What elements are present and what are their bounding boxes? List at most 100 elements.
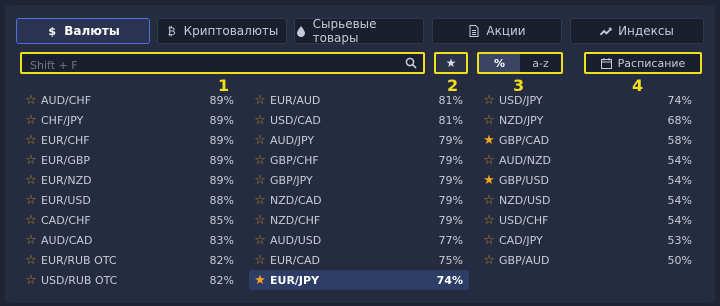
tab-stocks[interactable]: Акции [432,18,562,44]
star-outline-icon[interactable]: ☆ [483,94,495,107]
star-outline-icon[interactable]: ☆ [254,174,266,187]
asset-row[interactable]: ☆ EUR/AUD 81% [249,90,469,110]
sort-by-percent-button[interactable]: % [479,54,520,72]
asset-row[interactable]: ☆ USD/JPY 74% [478,90,698,110]
favorites-filter-button[interactable]: ★ [434,52,468,74]
asset-name: NZD/USD [499,193,551,207]
asset-row-left: ☆ AUD/USD [254,234,321,247]
asset-name: CAD/CHF [41,213,91,227]
asset-row[interactable]: ☆ GBP/JPY 79% [249,170,469,190]
tab-indices[interactable]: Индексы [570,18,704,44]
star-filled-icon[interactable]: ★ [254,274,266,287]
asset-column: ☆ AUD/CHF 89% ☆ CHF/JPY 89% ☆ EUR/CHF 89% ☆ EUR/GB… [20,90,240,290]
star-outline-icon[interactable]: ☆ [25,154,37,167]
payout-percent: 81% [438,93,463,107]
tab-currencies[interactable]: $ Валюты [16,18,150,44]
asset-row[interactable]: ☆ CAD/JPY 53% [478,230,698,250]
asset-row[interactable]: ☆ AUD/CHF 89% [20,90,240,110]
star-outline-icon[interactable]: ☆ [25,174,37,187]
asset-row[interactable]: ☆ NZD/CHF 79% [249,210,469,230]
star-outline-icon[interactable]: ☆ [483,114,495,127]
asset-row[interactable]: ☆ EUR/USD 88% [20,190,240,210]
asset-name: AUD/USD [270,233,322,247]
payout-percent: 79% [438,193,463,207]
star-outline-icon[interactable]: ☆ [483,234,495,247]
asset-row[interactable]: ☆ CHF/JPY 89% [20,110,240,130]
asset-name: EUR/AUD [270,93,321,107]
tab-label: Криптовалюты [183,24,279,38]
asset-row[interactable]: ★ GBP/USD 54% [478,170,698,190]
asset-name: EUR/JPY [270,273,320,287]
star-outline-icon[interactable]: ☆ [254,194,266,207]
asset-name: EUR/RUB OTC [41,253,117,267]
search-input[interactable] [22,56,423,75]
asset-row[interactable]: ☆ AUD/USD 77% [249,230,469,250]
asset-row-left: ☆ AUD/CHF [25,94,91,107]
asset-name: NZD/JPY [499,113,544,127]
asset-row[interactable]: ☆ NZD/CAD 79% [249,190,469,210]
search-icon[interactable] [405,57,417,69]
asset-row[interactable]: ☆ EUR/NZD 89% [20,170,240,190]
star-outline-icon[interactable]: ☆ [25,254,37,267]
payout-percent: 89% [209,93,234,107]
asset-row[interactable]: ☆ NZD/USD 54% [478,190,698,210]
asset-row[interactable]: ☆ USD/CAD 81% [249,110,469,130]
sort-alphabetical-button[interactable]: a-z [520,54,561,72]
star-outline-icon[interactable]: ☆ [254,94,266,107]
star-outline-icon[interactable]: ☆ [254,234,266,247]
asset-row[interactable]: ☆ USD/CHF 54% [478,210,698,230]
payout-percent: 74% [667,93,692,107]
asset-row-left: ☆ EUR/RUB OTC [25,253,117,267]
star-outline-icon[interactable]: ☆ [25,194,37,207]
asset-name: EUR/NZD [41,173,92,187]
star-outline-icon[interactable]: ☆ [483,254,495,267]
star-outline-icon[interactable]: ☆ [254,114,266,127]
asset-name: NZD/CAD [270,193,322,207]
star-outline-icon[interactable]: ☆ [254,154,266,167]
asset-name: AUD/CHF [41,93,92,107]
calendar-icon [600,57,612,69]
star-outline-icon[interactable]: ☆ [25,94,37,107]
asset-row[interactable]: ☆ EUR/CHF 89% [20,130,240,150]
asset-row[interactable]: ☆ USD/RUB OTC 82% [20,270,240,290]
star-filled-icon[interactable]: ★ [483,174,495,187]
tab-commodities[interactable]: Сырьевые товары [294,17,424,45]
star-outline-icon[interactable]: ☆ [25,114,37,127]
payout-percent: 89% [209,153,234,167]
asset-row-left: ☆ EUR/CAD [254,254,320,267]
asset-row[interactable]: ☆ CAD/CHF 85% [20,210,240,230]
trend-up-icon [600,27,612,36]
star-filled-icon[interactable]: ★ [483,134,495,147]
asset-row[interactable]: ☆ AUD/JPY 79% [249,130,469,150]
asset-row[interactable]: ☆ AUD/NZD 54% [478,150,698,170]
payout-percent: 83% [209,233,234,247]
asset-row[interactable]: ☆ EUR/CAD 75% [249,250,469,270]
star-outline-icon[interactable]: ☆ [254,214,266,227]
asset-name: GBP/USD [499,173,549,187]
asset-row[interactable]: ★ GBP/CAD 58% [478,130,698,150]
asset-row[interactable]: ★ EUR/JPY 74% [249,270,469,290]
star-outline-icon[interactable]: ☆ [254,134,266,147]
asset-row[interactable]: ☆ NZD/JPY 68% [478,110,698,130]
asset-name: AUD/JPY [270,133,315,147]
asset-row-left: ☆ CAD/CHF [25,214,91,227]
star-outline-icon[interactable]: ☆ [25,134,37,147]
star-outline-icon[interactable]: ☆ [25,214,37,227]
asset-row-left: ☆ USD/JPY [483,94,542,107]
asset-row[interactable]: ☆ AUD/CAD 83% [20,230,240,250]
star-outline-icon[interactable]: ☆ [254,254,266,267]
star-outline-icon[interactable]: ☆ [25,234,37,247]
asset-row-left: ★ GBP/CAD [483,134,549,147]
star-outline-icon[interactable]: ☆ [483,194,495,207]
tab-crypto[interactable]: ₿ Криптовалюты [157,18,287,44]
star-outline-icon[interactable]: ☆ [483,214,495,227]
star-outline-icon[interactable]: ☆ [25,274,37,287]
asset-row[interactable]: ☆ EUR/GBP 89% [20,150,240,170]
star-outline-icon[interactable]: ☆ [483,154,495,167]
asset-row[interactable]: ☆ GBP/CHF 79% [249,150,469,170]
asset-row[interactable]: ☆ EUR/RUB OTC 82% [20,250,240,270]
asset-row[interactable]: ☆ GBP/AUD 50% [478,250,698,270]
asset-name: EUR/CAD [270,253,321,267]
payout-percent: 79% [438,213,463,227]
schedule-button[interactable]: Расписание [584,52,702,74]
